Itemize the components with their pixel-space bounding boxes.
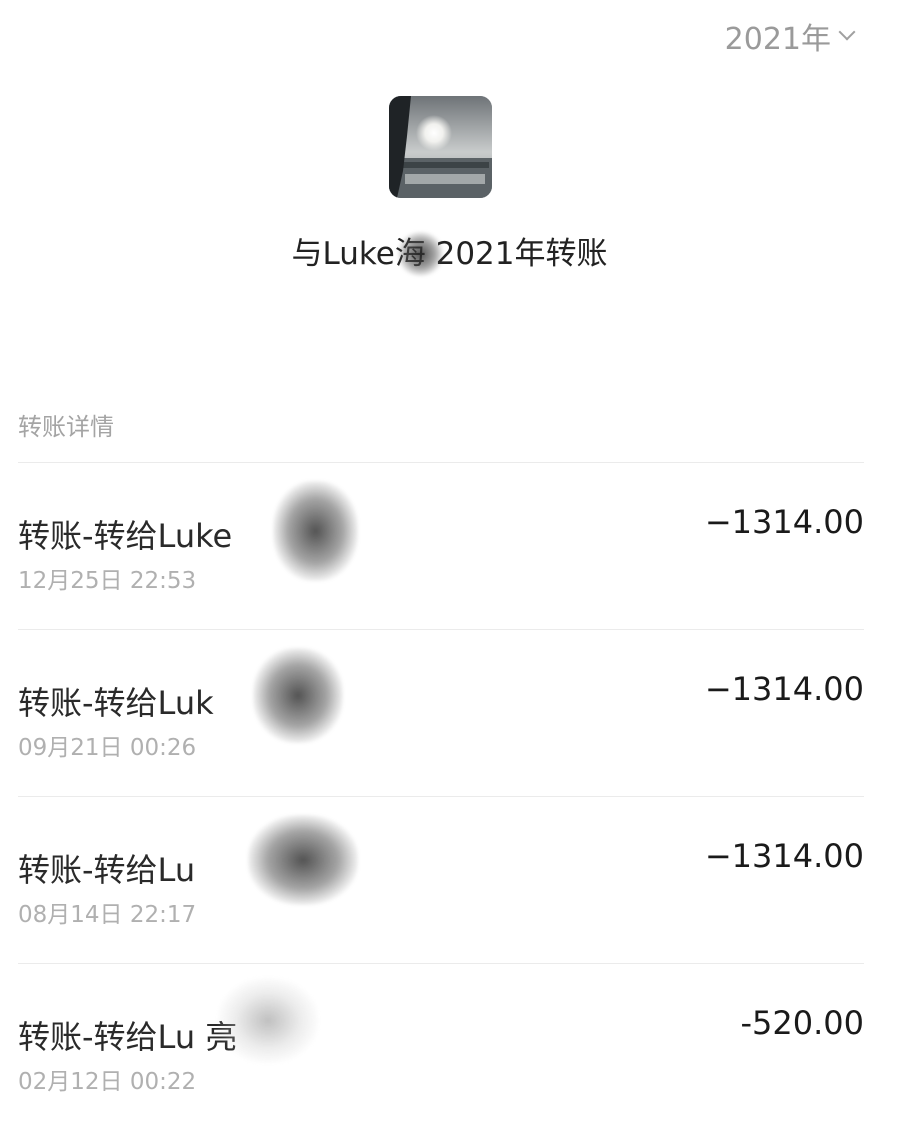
list-item[interactable]: 转账-转给Luke 12月25日 22:53 −1314.00	[18, 462, 864, 629]
year-picker[interactable]: 2021年	[724, 14, 856, 58]
list-item[interactable]: 转账-转给Luk 09月21日 00:26 −1314.00	[18, 629, 864, 796]
transaction-date: 08月14日 22:17	[18, 902, 197, 928]
transaction-title: 转账-转给Luke	[18, 517, 233, 555]
transaction-title: 转账-转给Luk	[18, 684, 214, 722]
list-item[interactable]: 转账-转给Lu 08月14日 22:17 −1314.00	[18, 796, 864, 963]
transaction-date: 02月12日 00:22	[18, 1069, 197, 1095]
transaction-date: 12月25日 22:53	[18, 568, 197, 594]
year-label: 2021年	[724, 22, 831, 57]
redaction-smudge	[273, 481, 358, 581]
transaction-title: 转账-转给Lu 亮	[18, 1018, 238, 1056]
title-redaction-smudge	[398, 232, 443, 276]
page-title: 与Luke海 2021年转账	[291, 236, 608, 272]
transaction-date: 09月21日 00:26	[18, 735, 197, 761]
redaction-smudge	[248, 815, 358, 905]
avatar	[389, 96, 492, 198]
transaction-amount: -520.00	[740, 1004, 864, 1042]
list-item[interactable]: 转账-转给Lu 亮 02月12日 00:22 -520.00	[18, 963, 864, 1130]
transaction-list: 转账-转给Luke 12月25日 22:53 −1314.00 转账-转给Luk…	[18, 462, 864, 1130]
chevron-down-icon	[838, 23, 856, 41]
landscape-photo	[389, 96, 492, 198]
transaction-title: 转账-转给Lu	[18, 851, 196, 889]
redaction-smudge	[253, 648, 343, 743]
transaction-amount: −1314.00	[704, 837, 864, 875]
redaction-smudge	[218, 978, 318, 1063]
transaction-amount: −1314.00	[704, 670, 864, 708]
section-label: 转账详情	[18, 413, 114, 441]
transaction-amount: −1314.00	[704, 503, 864, 541]
